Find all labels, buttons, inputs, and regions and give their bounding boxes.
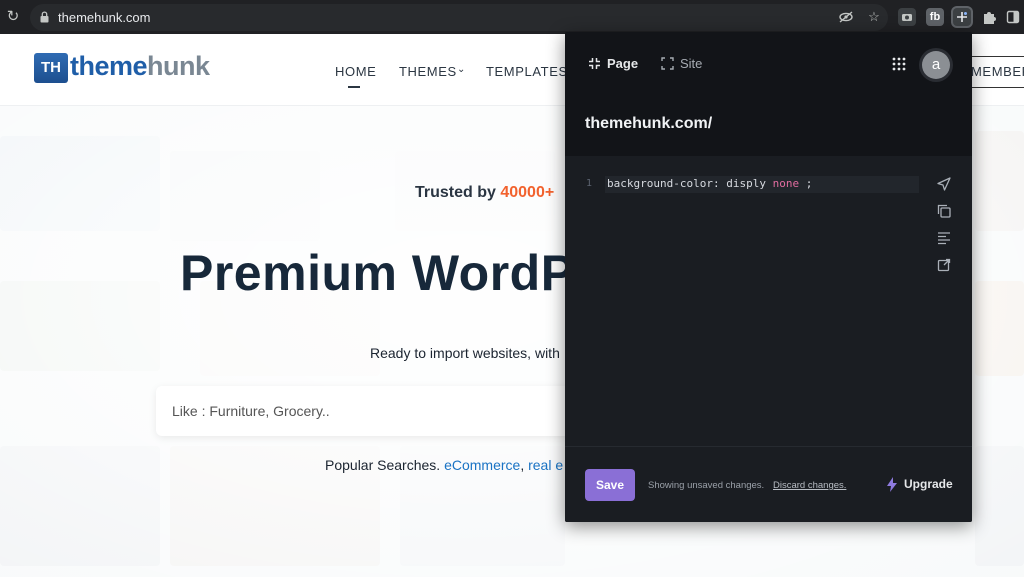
address-bar[interactable]: themehunk.com ☆ (30, 4, 888, 31)
fb-extension-icon[interactable]: fb (926, 8, 944, 26)
stylebot-panel: Page Site a themehunk.com/ 1 background-… (565, 32, 972, 522)
expand-icon (661, 57, 674, 70)
trusted-prefix: Trusted by (415, 184, 501, 201)
code-line[interactable]: background-color: disply none ; (607, 177, 812, 190)
open-external-icon[interactable] (937, 258, 951, 272)
panel-domain: themehunk.com/ (585, 115, 713, 132)
browser-toolbar: ↻ themehunk.com ☆ fb (0, 0, 1024, 34)
hero-title: Premium WordP (180, 245, 575, 301)
popular-label: Popular Searches. (325, 457, 441, 473)
url-text: themehunk.com (58, 10, 151, 25)
template-search (156, 386, 586, 436)
bolt-icon (887, 477, 897, 492)
nav-active-indicator (348, 86, 360, 88)
tab-site[interactable]: Site (661, 56, 702, 71)
camera-extension-icon[interactable] (898, 8, 916, 26)
tab-site-label: Site (680, 56, 703, 71)
eye-off-icon[interactable] (838, 9, 854, 25)
popular-link-real-estate[interactable]: real e (528, 457, 563, 473)
collapse-icon (589, 58, 600, 69)
upgrade-button[interactable]: Upgrade (904, 477, 953, 491)
copy-icon[interactable] (937, 204, 951, 218)
tab-page-label: Page (607, 56, 639, 71)
sidebar-icon[interactable] (1004, 8, 1022, 26)
tab-page[interactable]: Page (588, 56, 638, 71)
format-icon[interactable] (937, 231, 951, 245)
reload-icon[interactable]: ↻ (4, 8, 22, 26)
panel-header: Page Site a themehunk.com/ (565, 32, 972, 156)
panel-footer: Save Showing unsaved changes. Discard ch… (565, 446, 972, 522)
search-input[interactable] (172, 400, 552, 422)
star-icon[interactable]: ☆ (866, 9, 882, 25)
grid-icon[interactable] (892, 57, 906, 71)
nav-home[interactable]: HOME (335, 64, 376, 79)
popular-separator: , (520, 457, 529, 473)
trusted-count: 40000+ (500, 184, 555, 201)
send-icon[interactable] (937, 177, 951, 191)
nav-themes[interactable]: THEMES (399, 64, 457, 79)
logo-text-theme: theme (70, 51, 148, 81)
code-tail: ; (799, 177, 813, 190)
logo-text[interactable]: themehunk (70, 51, 210, 82)
nav-templates[interactable]: TEMPLATES (486, 64, 568, 79)
hero-subtitle: Ready to import websites, with (370, 345, 560, 361)
css-editor[interactable]: 1 background-color: disply none ; (565, 156, 972, 446)
chevron-down-icon: ⌄ (457, 64, 466, 75)
line-number: 1 (586, 178, 593, 189)
popular-searches: Popular Searches. eCommerce, real e (325, 457, 563, 473)
unsaved-status: Showing unsaved changes. (648, 480, 765, 491)
lock-icon (40, 11, 49, 23)
logo-mark[interactable]: TH (34, 53, 68, 83)
save-button[interactable]: Save (585, 469, 635, 501)
popular-link-ecommerce[interactable]: eCommerce (444, 457, 520, 473)
discard-changes-link[interactable]: Discard changes. (773, 480, 846, 491)
code-keyword: none (772, 177, 800, 190)
code-main: background-color: disply (607, 177, 773, 190)
trusted-by-text: Trusted by 40000+ (415, 184, 554, 202)
logo-text-hunk: hunk (147, 51, 210, 81)
stylebot-extension-icon[interactable] (953, 8, 971, 26)
avatar[interactable]: a (922, 51, 950, 79)
puzzle-icon[interactable] (980, 8, 998, 26)
